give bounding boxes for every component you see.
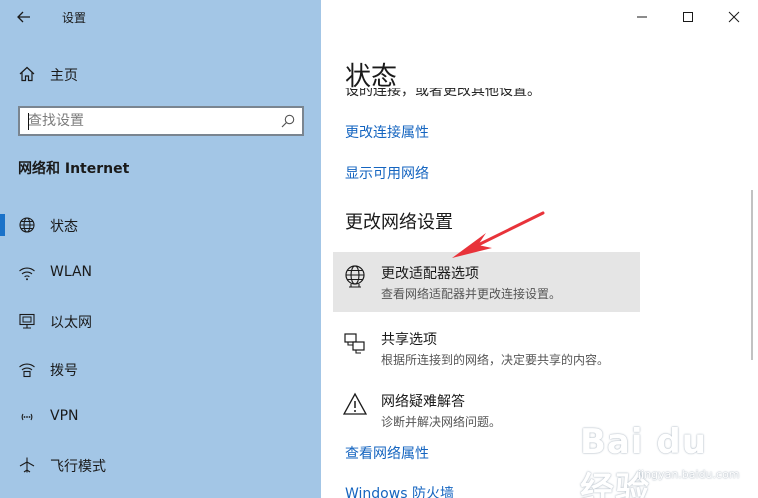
nav-home-label: 主页 [50, 68, 78, 84]
text-caret [28, 113, 29, 130]
sidebar-item-label: 拨号 [50, 363, 78, 379]
active-indicator [0, 214, 5, 236]
ethernet-icon [19, 313, 35, 329]
back-button[interactable] [8, 2, 40, 32]
cutoff-text: 设的连接，或者更改其他设置。 [345, 88, 725, 102]
sidebar-item-status[interactable]: 状态 [0, 207, 321, 243]
warning-icon [343, 392, 367, 415]
sidebar: 设置 主页 网络和 Internet 状态 WLAN [0, 0, 321, 498]
windows-firewall-link[interactable]: Windows 防火墙 [345, 483, 454, 498]
view-network-properties-link[interactable]: 查看网络属性 [345, 443, 429, 463]
watermark-main: Bai du 经验 [580, 422, 707, 498]
minimize-button[interactable] [619, 0, 665, 34]
wifi-icon [19, 267, 35, 281]
sidebar-item-vpn[interactable]: VPN [0, 399, 321, 435]
sidebar-item-label: 以太网 [50, 315, 92, 331]
search-icon[interactable] [280, 113, 296, 129]
option-title: 网络疑难解答 [381, 394, 465, 410]
airplane-icon [19, 457, 35, 473]
maximize-icon [683, 12, 693, 22]
sidebar-item-wlan[interactable]: WLAN [0, 255, 321, 291]
sidebar-item-label: WLAN [50, 264, 93, 280]
sidebar-item-ethernet[interactable]: 以太网 [0, 303, 321, 339]
close-icon [728, 11, 740, 23]
adapter-globe-icon [345, 265, 365, 288]
vpn-icon [21, 413, 33, 421]
sharing-icon [344, 333, 365, 354]
sidebar-item-airplane-mode[interactable]: 飞行模式 [0, 447, 321, 483]
nav-home[interactable]: 主页 [0, 58, 321, 90]
section-heading: 更改网络设置 [345, 212, 453, 233]
baidu-jingyan-watermark: Bai du 经验 jingyan.baidu.com [580, 420, 752, 498]
app-title: 设置 [62, 11, 87, 25]
sidebar-item-label: 状态 [50, 219, 78, 235]
sidebar-section-title: 网络和 Internet [18, 161, 130, 177]
option-description: 查看网络适配器并更改连接设置。 [381, 287, 562, 301]
close-button[interactable] [711, 0, 757, 34]
maximize-button[interactable] [665, 0, 711, 34]
option-title: 共享选项 [381, 332, 437, 348]
option-description: 诊断并解决网络问题。 [381, 415, 502, 429]
change-adapter-options[interactable]: 更改适配器选项 查看网络适配器并更改连接设置。 [333, 252, 640, 312]
globe-icon [19, 217, 35, 233]
titlebar-left: 设置 [0, 0, 321, 34]
search-input[interactable] [28, 112, 278, 130]
search-box[interactable] [18, 106, 304, 136]
sharing-options[interactable]: 共享选项 根据所连接到的网络，决定要共享的内容。 [333, 318, 640, 378]
dialup-icon [19, 363, 35, 378]
home-icon [19, 66, 35, 82]
sidebar-item-label: VPN [50, 408, 79, 424]
watermark-sub: jingyan.baidu.com [638, 468, 740, 481]
option-description: 根据所连接到的网络，决定要共享的内容。 [381, 353, 610, 367]
show-available-networks-link[interactable]: 显示可用网络 [345, 163, 429, 183]
sidebar-item-dialup[interactable]: 拨号 [0, 351, 321, 387]
cutoff-text-content: 设的连接，或者更改其他设置。 [345, 88, 541, 99]
minimize-icon [637, 16, 647, 18]
scrollbar[interactable] [751, 190, 753, 360]
back-arrow-icon [17, 11, 30, 23]
change-connection-properties-link[interactable]: 更改连接属性 [345, 122, 429, 142]
option-title: 更改适配器选项 [381, 266, 479, 282]
sidebar-item-label: 飞行模式 [50, 459, 106, 475]
